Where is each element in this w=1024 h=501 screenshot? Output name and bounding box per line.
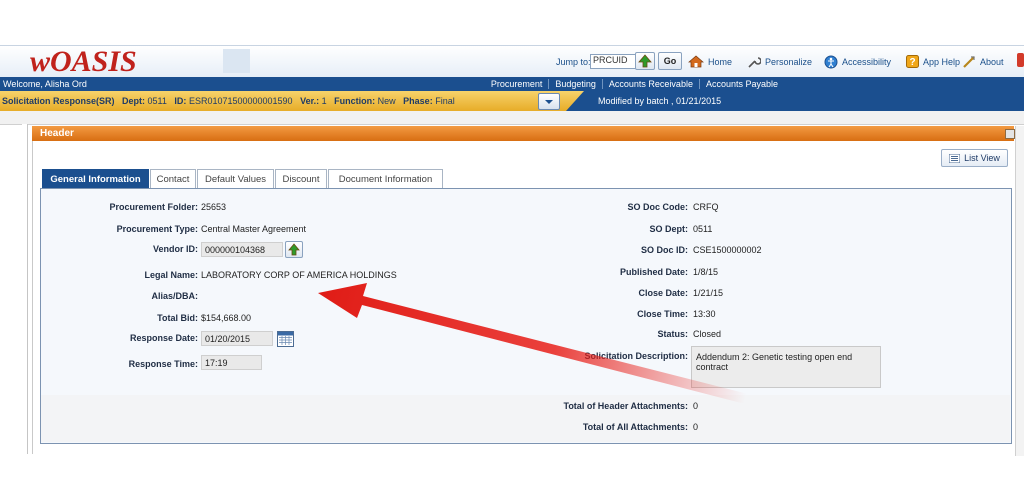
dept-value: 0511 [147,96,167,106]
close-date-value: 1/21/15 [693,288,724,298]
header-panel-title: Header [40,128,74,139]
published-date-label: Published Date: [619,267,688,277]
legal-name-label: Legal Name: [144,270,198,280]
phase-value: Final [435,96,455,106]
menu-item-accounts-payable[interactable]: Accounts Payable [698,79,784,89]
about-link-label: About [980,57,1004,67]
all-attachments-value: 0 [693,422,699,432]
app-help-link[interactable]: ? App Help [906,55,960,68]
doc-type: Solicitation Response(SR) [2,96,115,106]
response-time-label: Response Time: [128,359,198,369]
response-date-label: Response Date: [129,333,198,343]
document-info: Solicitation Response(SR) Dept: 0511 ID:… [2,96,455,106]
logout-icon[interactable] [1017,53,1024,67]
ver-label: Ver.: [300,96,320,106]
attachments-section [41,395,1010,442]
menu-item-budgeting[interactable]: Budgeting [548,79,602,89]
close-time-label: Close Time: [637,309,688,319]
welcome-text: Welcome, Alisha Ord [3,79,87,89]
chevron-down-icon [545,99,553,104]
response-date-field[interactable]: 01/20/2015 [201,331,273,346]
jump-to-input[interactable]: PRCUID [590,54,636,69]
all-attachments-label: Total of All Attachments: [582,422,688,432]
id-label: ID: [174,96,187,106]
status-label: Status: [657,329,688,339]
vendor-lookup-button[interactable] [285,241,303,258]
about-link[interactable]: About [962,55,1004,69]
procurement-type-label: Procurement Type: [116,224,198,234]
function-value: New [377,96,396,106]
legal-name-value: LABORATORY CORP OF AMERICA HOLDINGS [201,270,397,280]
accessibility-link-label: Accessibility [842,57,892,67]
tab-discount[interactable]: Discount [275,169,327,189]
lookup-arrow-icon [288,243,300,256]
home-link[interactable]: Home [688,55,732,68]
personalize-link[interactable]: Personalize [747,55,812,69]
svg-text:?: ? [909,57,915,68]
list-view-button[interactable]: List View [941,149,1008,167]
list-view-label: List View [964,153,1000,163]
about-icon [963,56,975,68]
dept-label: Dept: [122,96,146,106]
response-time-field[interactable]: 17:19 [201,355,262,370]
so-doc-code-value: CRFQ [693,202,719,212]
procurement-folder-value: 25653 [201,202,227,212]
solicitation-description-label: Solicitation Description: [584,351,688,361]
tab-contact[interactable]: Contact [150,169,196,189]
header-attachments-value: 0 [693,401,699,411]
accessibility-icon [824,55,838,69]
accessibility-link[interactable]: Accessibility [824,55,891,69]
procurement-type-value: Central Master Agreement [201,224,307,234]
main-menu: Procurement Budgeting Accounts Receivabl… [485,77,784,91]
right-scroll-gutter[interactable] [1015,126,1024,456]
calendar-icon[interactable] [277,331,294,347]
function-label: Function: [334,96,376,106]
go-button[interactable]: Go [658,52,682,70]
alias-dba-label: Alias/DBA: [151,291,198,301]
tab-general-information[interactable]: General Information [42,169,149,189]
so-doc-id-value: CSE1500000002 [693,245,762,255]
total-bid-value: $154,668.00 [201,313,252,323]
spacer-bar [0,111,1024,125]
collapse-panel-button[interactable] [1005,129,1015,139]
close-date-label: Close Date: [638,288,688,298]
header-attachments-label: Total of Header Attachments: [563,401,688,411]
tab-default-values[interactable]: Default Values [197,169,274,189]
tab-document-information[interactable]: Document Information [328,169,443,189]
lookup-arrow-icon [638,54,652,68]
left-gutter [22,124,28,454]
home-link-label: Home [708,56,733,67]
phase-label: Phase: [403,96,433,106]
total-bid-label: Total Bid: [157,313,198,323]
app-help-link-label: App Help [923,56,961,67]
vendor-id-field[interactable]: 000000104368 [201,242,283,257]
vendor-id-label: Vendor ID: [152,244,198,254]
so-dept-label: SO Dept: [649,224,688,234]
so-dept-value: 0511 [693,224,713,234]
so-doc-code-label: SO Doc Code: [627,202,688,212]
solicitation-description-field[interactable]: Addendum 2: Genetic testing open end con… [691,346,881,388]
published-date-value: 1/8/15 [693,267,719,277]
header-panel-titlebar [32,126,1014,141]
menu-item-procurement[interactable]: Procurement [485,79,549,89]
wrench-icon [748,57,761,68]
status-value: Closed [693,329,722,339]
list-view-icon [949,153,961,163]
document-actions-dropdown[interactable] [538,93,560,110]
svg-text:wOASIS: wOASIS [30,46,137,76]
app-logo[interactable]: wOASIS [28,46,250,76]
procurement-folder-label: Procurement Folder: [109,202,198,212]
id-value: ESR01071500000001590 [188,96,293,106]
personalize-link-label: Personalize [765,57,813,67]
modified-text: Modified by batch , 01/21/2015 [598,96,722,106]
jump-to-lookup-button[interactable] [635,52,655,70]
close-time-value: 13:30 [693,309,716,319]
so-doc-id-label: SO Doc ID: [640,245,688,255]
jump-to-label: Jump to: [556,57,591,67]
menu-item-accounts-receivable[interactable]: Accounts Receivable [601,79,699,89]
help-icon: ? [906,55,919,68]
ver-value: 1 [321,96,327,106]
house-icon [688,55,704,68]
